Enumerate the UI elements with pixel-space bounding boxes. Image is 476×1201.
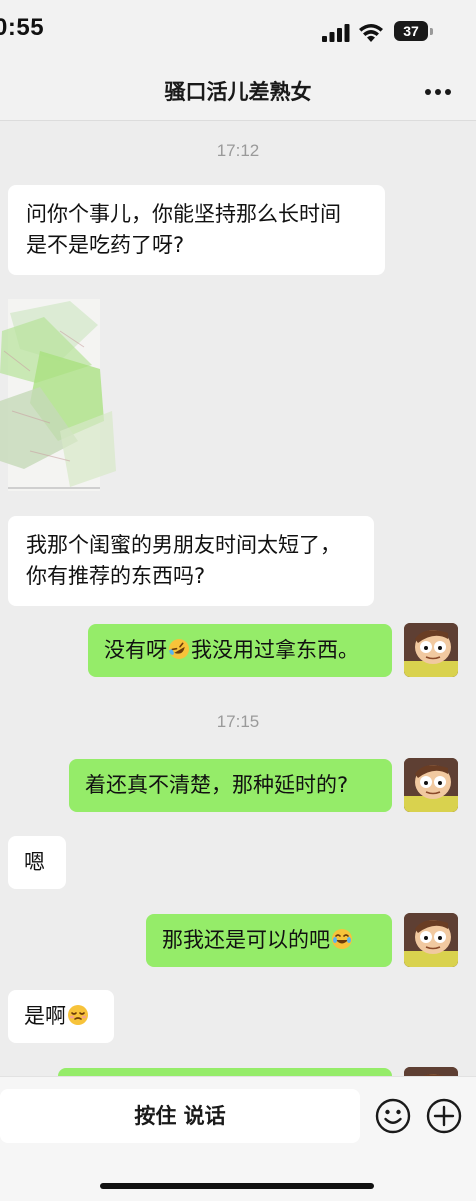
plus-circle-icon[interactable] — [426, 1098, 462, 1134]
battery-icon: 37 — [394, 21, 434, 43]
message-bubble-outgoing[interactable]: 着还真不清楚，那种延时的? — [69, 759, 392, 812]
message-text: 那我还是可以的吧 — [162, 928, 330, 952]
hold-to-talk-button[interactable]: 按住 说话 — [0, 1089, 360, 1143]
cellular-signal-icon — [322, 24, 350, 42]
sweat-smile-emoji-icon — [68, 1005, 88, 1025]
chat-title: 骚口活儿差熟女 — [164, 80, 312, 104]
avatar-image — [404, 1067, 458, 1076]
message-bubble-incoming[interactable]: 问你个事儿，你能坚持那么长时间 是不是吃药了呀? — [8, 185, 385, 275]
avatar[interactable] — [404, 758, 458, 812]
chat-message-list[interactable]: 17:12 问你个事儿，你能坚持那么长时间 是不是吃药了呀? 我那个闺蜜的男朋友… — [0, 121, 476, 1076]
avatar[interactable] — [404, 623, 458, 677]
message-text: 没有呀 — [104, 638, 167, 662]
avatar-image — [404, 913, 458, 967]
more-options-icon[interactable] — [422, 82, 454, 102]
chat-header: 骚口活儿差熟女 — [0, 62, 476, 121]
avatar-image — [404, 623, 458, 677]
message-text: 着还真不清楚，那种延时的? — [85, 773, 349, 797]
avatar[interactable] — [404, 1067, 458, 1076]
message-text: 我那个闺蜜的男朋友时间太短了， 你有推荐的东西吗? — [26, 533, 341, 588]
battery-level: 37 — [394, 21, 428, 41]
message-text: 我没用过拿东西。 — [191, 638, 359, 662]
wifi-icon — [359, 24, 383, 42]
message-image[interactable] — [0, 291, 120, 499]
avatar-image — [404, 758, 458, 812]
message-bubble-outgoing[interactable]: 没有呀 我没用过拿东西。 — [88, 624, 392, 677]
message-text: 嗯 — [24, 850, 45, 874]
message-bubble-incoming[interactable]: 我那个闺蜜的男朋友时间太短了， 你有推荐的东西吗? — [8, 516, 374, 606]
message-bubble-outgoing[interactable]: 那我还是可以的吧 — [146, 914, 392, 967]
tears-of-joy-emoji-icon — [332, 929, 352, 949]
avatar[interactable] — [404, 913, 458, 967]
timestamp: 17:15 — [216, 712, 260, 731]
message-text: 是啊 — [24, 1004, 66, 1028]
message-bubble-incoming[interactable]: 嗯 — [8, 836, 66, 889]
rolling-laugh-emoji-icon — [169, 639, 189, 659]
timestamp: 17:12 — [216, 141, 260, 160]
message-bubble-outgoing-partial[interactable] — [58, 1068, 392, 1076]
smiley-icon[interactable] — [375, 1098, 411, 1134]
image-thumbnail — [0, 291, 120, 499]
message-bubble-incoming[interactable]: 是啊 — [8, 990, 114, 1043]
home-indicator — [100, 1183, 374, 1189]
status-bar: 0:55 37 — [0, 0, 476, 62]
message-text: 问你个事儿，你能坚持那么长时间 是不是吃药了呀? — [26, 202, 341, 257]
status-time: 0:55 — [0, 14, 45, 41]
